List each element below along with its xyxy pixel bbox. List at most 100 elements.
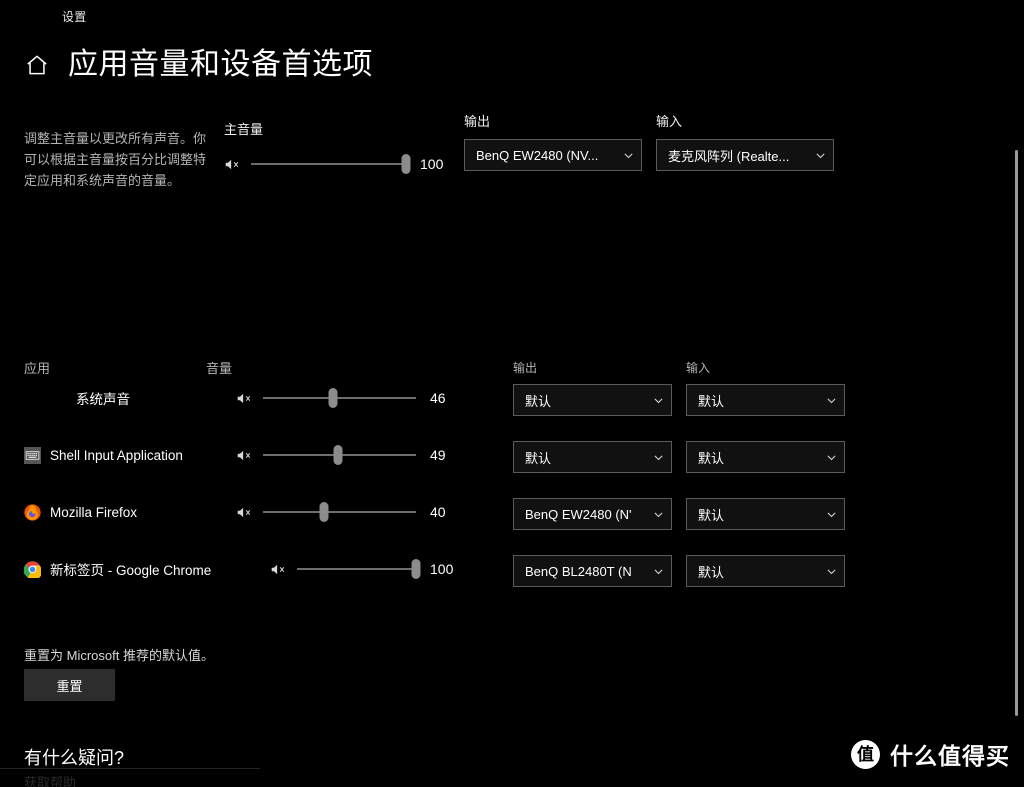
app-input-dropdown[interactable]: 默认 bbox=[686, 498, 845, 530]
app-name: Shell Input Application bbox=[50, 447, 183, 463]
master-input-dropdown[interactable]: 麦克风阵列 (Realte... bbox=[656, 139, 834, 171]
master-volume-description: 调整主音量以更改所有声音。你可以根据主音量按百分比调整特定应用和系统声音的音量。 bbox=[24, 131, 207, 188]
app-identity: 新标签页 - Google Chrome bbox=[24, 545, 211, 593]
app-input-dropdown-wrap: 默认 bbox=[686, 433, 845, 481]
chevron-down-icon bbox=[827, 569, 836, 574]
app-volume-thumb[interactable] bbox=[319, 502, 329, 522]
speaker-mute-icon[interactable] bbox=[236, 391, 253, 406]
chevron-down-icon bbox=[827, 512, 836, 517]
app-volume-value: 100 bbox=[430, 561, 454, 577]
app-volume-track-line bbox=[297, 568, 416, 570]
reset-description: 重置为 Microsoft 推荐的默认值。 bbox=[24, 648, 214, 663]
app-icon-placeholder bbox=[50, 390, 67, 407]
master-output-label: 输出 bbox=[464, 114, 491, 129]
chrome-icon bbox=[24, 560, 41, 578]
app-output-dropdown-wrap: BenQ BL2480T (N bbox=[513, 547, 672, 595]
watermark-text: 什么值得买 bbox=[890, 743, 1010, 769]
app-volume-row: Mozilla Firefox 40 bbox=[0, 488, 1024, 536]
page-header: 应用音量和设备首选项 bbox=[24, 48, 373, 81]
app-name: 新标签页 - Google Chrome bbox=[50, 563, 212, 578]
app-name: Mozilla Firefox bbox=[50, 504, 138, 520]
chevron-down-icon bbox=[654, 455, 663, 460]
speaker-mute-icon[interactable] bbox=[236, 448, 253, 463]
master-input-group: 输入 麦克风阵列 (Realte... bbox=[656, 111, 834, 171]
app-volume-track[interactable] bbox=[263, 388, 416, 408]
chevron-down-icon bbox=[624, 153, 633, 158]
master-volume-slider-row: 100 bbox=[224, 152, 450, 176]
chevron-down-icon bbox=[827, 455, 836, 460]
app-input-dropdown-wrap: 默认 bbox=[686, 376, 845, 424]
page-title: 应用音量和设备首选项 bbox=[68, 48, 373, 81]
master-output-value: BenQ EW2480 (NV... bbox=[476, 147, 599, 163]
master-output-group: 输出 BenQ EW2480 (NV... bbox=[464, 111, 642, 171]
app-output-dropdown[interactable]: 默认 bbox=[513, 384, 672, 416]
app-volume-track[interactable] bbox=[263, 502, 416, 522]
app-output-dropdown-wrap: 默认 bbox=[513, 376, 672, 424]
app-input-dropdown[interactable]: 默认 bbox=[686, 555, 845, 587]
app-input-dropdown-wrap: 默认 bbox=[686, 490, 845, 538]
watermark: 值 什么值得买 bbox=[851, 737, 1010, 771]
title-bar: 设置 bbox=[0, 0, 1024, 32]
app-volume-slider: 40 bbox=[236, 488, 460, 536]
app-volume-track-line bbox=[263, 397, 416, 399]
app-input-dropdown[interactable]: 默认 bbox=[686, 441, 845, 473]
app-volume-row: Shell Input Application 49 bbox=[0, 431, 1024, 479]
speaker-mute-icon[interactable] bbox=[224, 157, 241, 172]
app-volume-thumb[interactable] bbox=[411, 559, 421, 579]
app-input-value: 默认 bbox=[698, 450, 725, 466]
app-name: 系统声音 bbox=[76, 392, 130, 407]
app-volume-value: 40 bbox=[430, 504, 446, 520]
firefox-icon bbox=[24, 503, 41, 521]
chevron-down-icon bbox=[816, 153, 825, 158]
app-volume-row: 新标签页 - Google Chrome 100 bbox=[0, 545, 1024, 593]
faq-heading: 有什么疑问? bbox=[24, 748, 125, 768]
speaker-mute-icon[interactable] bbox=[236, 505, 253, 520]
app-volume-slider: 46 bbox=[236, 374, 460, 422]
app-volume-track[interactable] bbox=[263, 445, 416, 465]
app-volume-row: 系统声音 46 bbox=[0, 374, 1024, 422]
app-volume-value: 46 bbox=[430, 390, 446, 406]
app-output-value: BenQ EW2480 (N' bbox=[525, 506, 632, 522]
app-output-value: 默认 bbox=[525, 450, 552, 466]
app-identity: Mozilla Firefox bbox=[24, 488, 137, 536]
chevron-down-icon bbox=[654, 398, 663, 403]
master-input-label: 输入 bbox=[656, 114, 683, 129]
app-volume-value: 49 bbox=[430, 447, 446, 463]
app-volume-track-line bbox=[263, 511, 416, 513]
app-input-value: 默认 bbox=[698, 507, 725, 523]
master-output-dropdown[interactable]: BenQ EW2480 (NV... bbox=[464, 139, 642, 171]
master-volume-thumb[interactable] bbox=[401, 154, 411, 174]
app-volume-track[interactable] bbox=[297, 559, 421, 579]
chevron-down-icon bbox=[654, 512, 663, 517]
app-input-dropdown-wrap: 默认 bbox=[686, 547, 845, 595]
app-input-dropdown[interactable]: 默认 bbox=[686, 384, 845, 416]
master-volume-track[interactable] bbox=[251, 154, 411, 174]
divider bbox=[0, 768, 260, 769]
app-output-value: BenQ BL2480T (N bbox=[525, 563, 632, 579]
reset-button[interactable]: 重置 bbox=[24, 669, 115, 701]
master-volume-track-line bbox=[251, 163, 406, 165]
settings-window: 设置 应用音量和设备首选项 调整主音量以更改所有声音。你可以根据主音量按百分比调… bbox=[0, 0, 1024, 787]
app-volume-thumb[interactable] bbox=[333, 445, 343, 465]
speaker-mute-icon[interactable] bbox=[270, 562, 287, 577]
app-output-dropdown-wrap: 默认 bbox=[513, 433, 672, 481]
app-input-value: 默认 bbox=[698, 393, 725, 409]
app-input-value: 默认 bbox=[698, 564, 725, 580]
window-title: 设置 bbox=[62, 10, 87, 24]
app-volume-thumb[interactable] bbox=[328, 388, 338, 408]
app-identity: 系统声音 bbox=[50, 374, 130, 422]
master-input-value: 麦克风阵列 (Realte... bbox=[668, 148, 790, 164]
get-help-link[interactable]: 获取帮助 bbox=[24, 772, 76, 787]
app-output-dropdown[interactable]: 默认 bbox=[513, 441, 672, 473]
app-volume-slider: 49 bbox=[236, 431, 460, 479]
watermark-badge-icon: 值 bbox=[851, 739, 880, 769]
app-output-dropdown-wrap: BenQ EW2480 (N' bbox=[513, 490, 672, 538]
app-volume-slider: 100 bbox=[270, 545, 460, 593]
app-output-dropdown[interactable]: BenQ EW2480 (N' bbox=[513, 498, 672, 530]
home-icon[interactable] bbox=[24, 52, 50, 78]
scrollbar-thumb[interactable] bbox=[1015, 150, 1018, 716]
chevron-down-icon bbox=[827, 398, 836, 403]
keyboard-icon bbox=[24, 446, 41, 464]
master-volume-value: 100 bbox=[420, 156, 444, 172]
app-output-dropdown[interactable]: BenQ BL2480T (N bbox=[513, 555, 672, 587]
